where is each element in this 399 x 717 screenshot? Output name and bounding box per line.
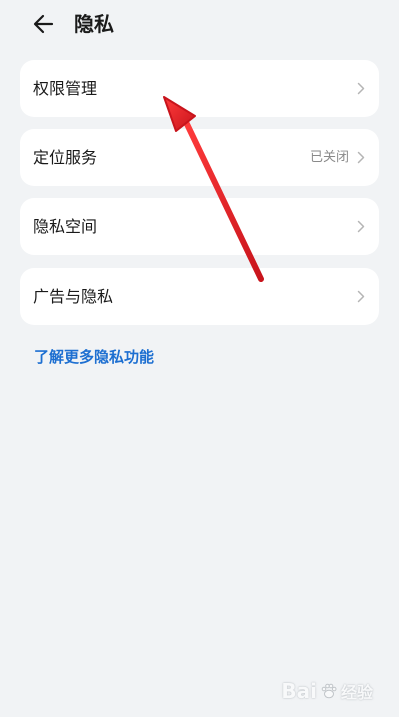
status-text: 已关闭 xyxy=(309,150,349,165)
arrow-left-icon xyxy=(33,14,54,34)
page-title: 隐私 xyxy=(74,12,114,36)
menu-item-label: 定位服务 xyxy=(33,148,98,167)
menu-item-ads-and-privacy[interactable]: 广告与隐私 xyxy=(20,268,379,325)
menu-item-label: 权限管理 xyxy=(33,79,98,98)
chevron-right-icon xyxy=(357,151,365,164)
chevron-right-icon xyxy=(357,82,365,95)
chevron-right-icon xyxy=(357,220,365,233)
menu-item-permission-management[interactable]: 权限管理 xyxy=(20,60,379,117)
back-button[interactable] xyxy=(30,10,60,38)
watermark-brand: Bai xyxy=(281,679,317,703)
menu-item-label: 隐私空间 xyxy=(33,217,98,236)
watermark-suffix: 经验 xyxy=(340,683,373,702)
baidu-jingyan-watermark: Bai 经验 xyxy=(281,679,373,703)
learn-more-link[interactable]: 了解更多隐私功能 xyxy=(34,346,154,368)
baidu-paw-icon xyxy=(321,683,337,699)
chevron-right-icon xyxy=(357,290,365,303)
menu-item-label: 广告与隐私 xyxy=(33,287,114,306)
menu-item-private-space[interactable]: 隐私空间 xyxy=(20,198,379,255)
menu-item-location-services[interactable]: 定位服务 已关闭 xyxy=(20,129,379,186)
header-bar: 隐私 xyxy=(0,0,399,50)
